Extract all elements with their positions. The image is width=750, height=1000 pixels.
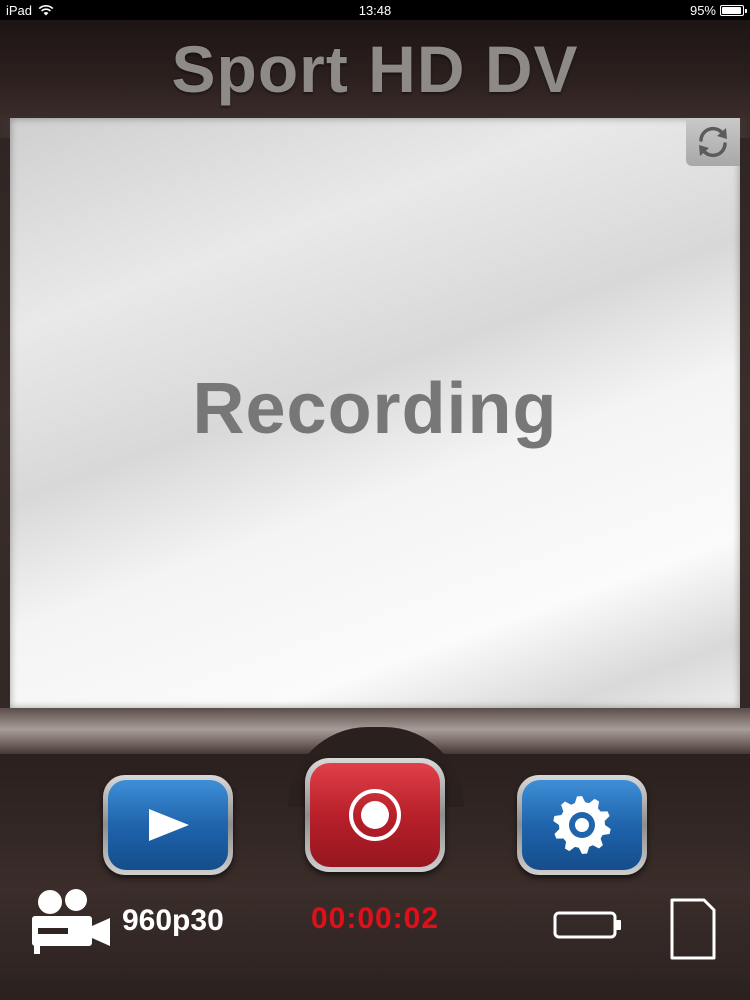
status-time: 13:48 xyxy=(358,2,392,18)
status-left: iPad xyxy=(6,3,54,18)
recording-status-text: Recording xyxy=(192,369,558,449)
record-button-face xyxy=(310,763,440,867)
battery-status-fill xyxy=(722,6,741,14)
record-button[interactable] xyxy=(305,758,445,872)
play-button-face xyxy=(108,780,228,870)
wifi-icon xyxy=(38,4,54,16)
viewfinder: Recording xyxy=(10,118,740,708)
switch-camera-button[interactable] xyxy=(686,118,740,166)
recording-timer: 00:00:02 xyxy=(310,902,440,935)
battery-status-icon xyxy=(720,4,747,16)
gear-icon xyxy=(553,796,611,854)
refresh-icon xyxy=(699,126,727,158)
status-right: 95% xyxy=(689,2,747,18)
app-title: Sport HD DV xyxy=(171,32,579,106)
record-icon xyxy=(349,789,401,841)
play-button[interactable] xyxy=(103,775,233,875)
status-bar: iPad 13:48 95% xyxy=(0,0,750,20)
title-bar: Sport HD DV xyxy=(0,20,750,118)
sd-card-icon xyxy=(670,898,716,960)
gear-icon-hub xyxy=(575,818,589,832)
device-name: iPad xyxy=(6,2,33,18)
settings-button[interactable] xyxy=(517,775,647,875)
play-icon xyxy=(149,809,189,841)
camcorder-icon xyxy=(32,889,110,954)
resolution-label: 960p30 xyxy=(122,904,224,937)
battery-icon xyxy=(553,911,621,939)
battery-percent: 95% xyxy=(689,2,716,18)
settings-button-face xyxy=(522,780,642,870)
